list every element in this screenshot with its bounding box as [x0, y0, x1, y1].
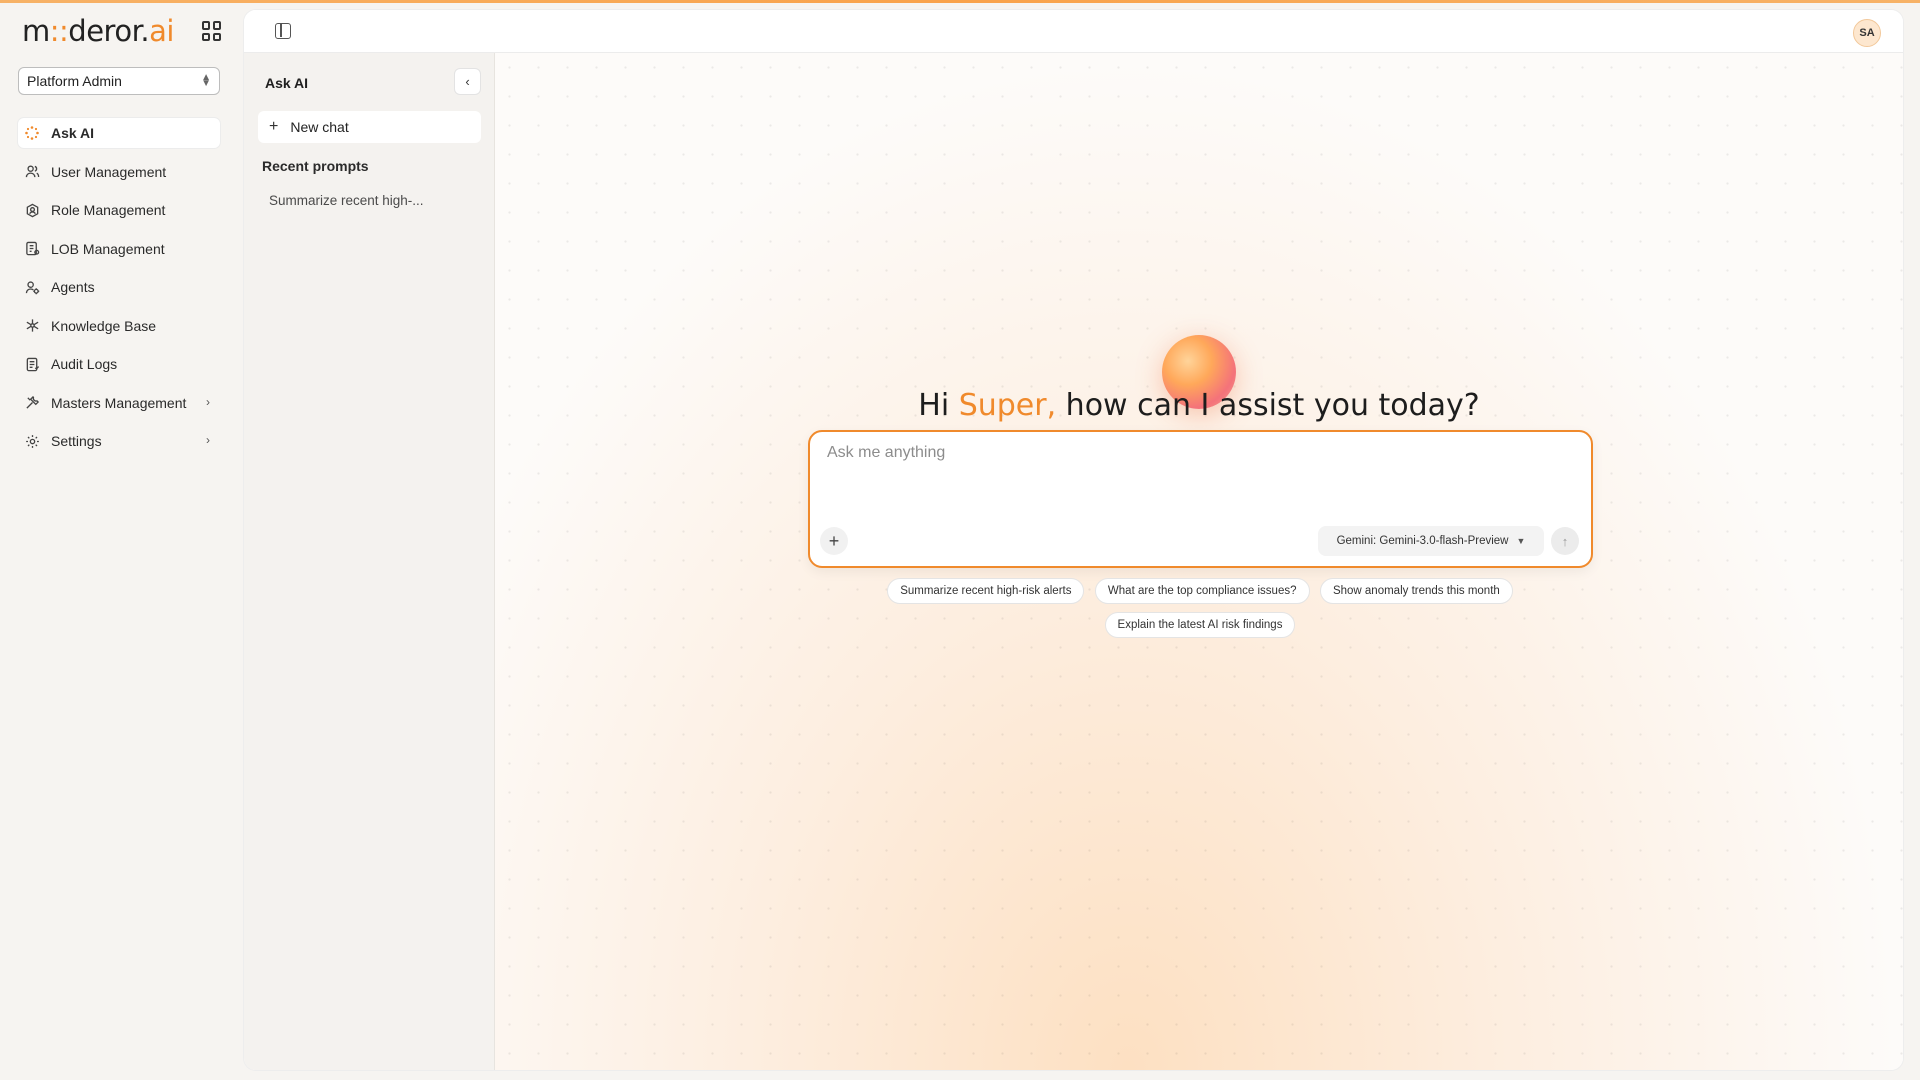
sidebar-item-label: Role Management: [51, 202, 166, 218]
top-bar: SA: [244, 10, 1903, 53]
sidebar-item-lob-management[interactable]: LOB Management: [18, 234, 220, 264]
gear-icon: [24, 433, 40, 449]
avatar[interactable]: SA: [1853, 19, 1881, 47]
greeting-heading: Hi Super, how can I assist you today?: [918, 388, 1480, 423]
org-selector-value: Platform Admin: [27, 73, 122, 89]
chevron-right-icon: ›: [206, 433, 210, 447]
agent-icon: [24, 279, 40, 295]
suggestion-chips: Summarize recent high-risk alerts What a…: [795, 578, 1605, 646]
sidebar-toggle-icon[interactable]: [275, 23, 291, 39]
new-chat-button[interactable]: + New chat: [258, 111, 481, 143]
suggestion-chip[interactable]: Summarize recent high-risk alerts: [887, 578, 1085, 604]
sidebar-item-label: LOB Management: [51, 240, 165, 257]
user-name: Super,: [958, 388, 1057, 423]
sidebar-item-label: Ask AI: [51, 125, 95, 141]
sidebar-item-role-management[interactable]: Role Management: [18, 195, 220, 225]
chat-composer: + Gemini: Gemini-3.0-flash-Preview ▼ ↑: [808, 430, 1593, 568]
add-attachment-button[interactable]: +: [820, 527, 848, 555]
model-selector[interactable]: Gemini: Gemini-3.0-flash-Preview ▼: [1318, 526, 1544, 556]
tools-icon: [24, 395, 40, 411]
brand-logo[interactable]: m::deror.ai: [22, 14, 174, 48]
sidebar-nav: Ask AI User Management Role Management L…: [18, 118, 220, 465]
recent-prompts-heading: Recent prompts: [262, 158, 369, 174]
left-sidebar: m::deror.ai Platform Admin ▲ ▼ Ask AI Use…: [0, 0, 240, 1080]
sidebar-item-ask-ai[interactable]: Ask AI: [18, 118, 220, 148]
chat-panel-title: Ask AI: [265, 75, 309, 91]
suggestion-chip[interactable]: Show anomaly trends this month: [1319, 578, 1513, 604]
chevron-left-icon: ‹: [465, 74, 470, 89]
sidebar-item-audit-logs[interactable]: Audit Logs: [18, 349, 220, 379]
app-grid-icon[interactable]: [202, 21, 222, 41]
sidebar-item-settings[interactable]: Settings ›: [18, 426, 220, 456]
sidebar-item-agents[interactable]: Agents: [18, 272, 220, 302]
sidebar-item-masters-management[interactable]: Masters Management ›: [18, 388, 220, 418]
sidebar-item-label: Masters Management: [51, 394, 187, 411]
users-icon: [24, 164, 40, 180]
role-gear-icon: [24, 202, 40, 218]
suggestion-chip[interactable]: Explain the latest AI risk findings: [1104, 612, 1296, 638]
network-icon: [24, 318, 40, 334]
chevron-updown-icon: ▲ ▼: [201, 72, 211, 89]
chat-canvas: Hi Super, how can I assist you today? + …: [495, 53, 1903, 1070]
sidebar-item-label: Settings: [51, 433, 102, 449]
top-accent-bar: [0, 0, 1920, 3]
sidebar-item-knowledge-base[interactable]: Knowledge Base: [18, 311, 220, 341]
org-selector[interactable]: Platform Admin ▲ ▼: [18, 67, 220, 95]
send-button[interactable]: ↑: [1551, 527, 1579, 555]
sidebar-item-label: User Management: [51, 163, 167, 180]
clipboard-icon: [24, 356, 40, 372]
new-chat-label: New chat: [290, 119, 349, 135]
lob-icon: [24, 241, 40, 257]
model-selector-value: Gemini: Gemini-3.0-flash-Preview: [1336, 535, 1509, 547]
chevron-down-icon: ▼: [1516, 536, 1526, 546]
sidebar-item-label: Knowledge Base: [51, 317, 157, 334]
prompt-input[interactable]: [827, 444, 1567, 514]
chevron-right-icon: ›: [206, 394, 210, 409]
sidebar-item-user-management[interactable]: User Management: [18, 157, 220, 187]
chat-history-panel: Ask AI ‹ + New chat Recent prompts Summa…: [244, 53, 495, 1070]
collapse-panel-button[interactable]: ‹: [454, 68, 481, 95]
arrow-up-icon: ↑: [1561, 533, 1569, 549]
sparkle-icon: [24, 125, 40, 141]
plus-icon: +: [269, 118, 279, 135]
sidebar-item-label: Audit Logs: [51, 356, 118, 372]
main-panel: SA Ask AI ‹ + New chat Recent prompts Su…: [244, 10, 1903, 1070]
suggestion-chip[interactable]: What are the top compliance issues?: [1094, 578, 1310, 604]
sidebar-item-label: Agents: [51, 279, 95, 295]
logo-row: m::deror.ai: [22, 14, 222, 48]
recent-prompt-item[interactable]: Summarize recent high-...: [269, 193, 424, 208]
plus-icon: +: [828, 530, 840, 551]
